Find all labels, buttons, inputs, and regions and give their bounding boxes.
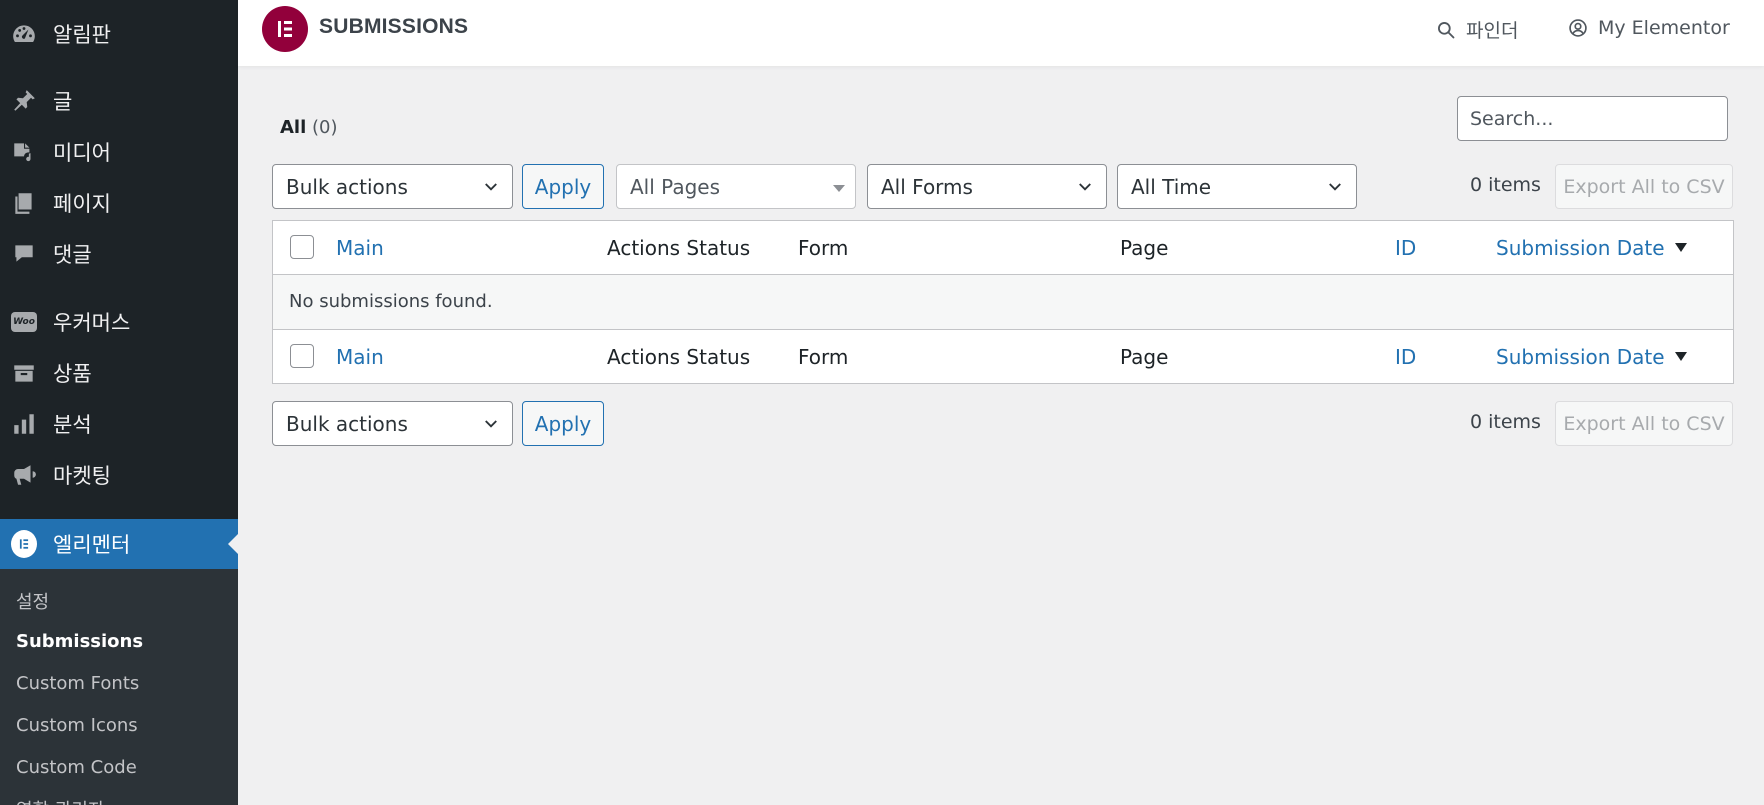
elementor-submenu: 설정 Submissions Custom Fonts Custom Icons… [0,569,238,805]
forms-filter-value: All Forms [881,174,973,199]
column-page: Page [1120,236,1169,260]
chevron-down-icon [1079,183,1091,191]
page-title: SUBMISSIONS [319,15,469,38]
column-id[interactable]: ID [1395,345,1416,369]
column-main[interactable]: Main [336,345,384,369]
status-all-count: (0) [312,117,338,138]
elementor-icon [11,530,37,558]
user-circle-icon [1569,19,1587,37]
sidebar-item-marketing[interactable]: 마켓팅 [0,450,238,500]
dashboard-icon [11,21,37,47]
submenu-item-role-manager[interactable]: 역할 관리자 [16,796,105,805]
column-submission-date-label: Submission Date [1496,236,1665,260]
apply-button-bottom[interactable]: Apply [522,401,604,446]
media-icon [11,139,37,165]
woocommerce-badge: Woo [11,312,37,332]
submenu-item-submissions[interactable]: Submissions [16,631,143,652]
sidebar-item-dashboard[interactable]: 알림판 [0,9,238,59]
megaphone-icon [11,462,37,488]
empty-message: No submissions found. [289,291,493,312]
bulk-actions-select-bottom[interactable]: Bulk actions [272,401,513,446]
chevron-down-icon [485,420,497,428]
woocommerce-icon: Woo [11,309,37,335]
column-main[interactable]: Main [336,236,384,260]
submissions-table: Main Actions Status Form Page ID Submiss… [272,220,1734,384]
pages-filter-value: All Pages [630,174,720,199]
elementor-logo [262,6,308,52]
my-elementor-button[interactable]: My Elementor [1568,17,1730,39]
bulk-actions-value: Bulk actions [286,174,408,199]
comments-icon [11,241,37,267]
sort-desc-icon [1674,352,1687,361]
column-actions-status: Actions Status [607,236,751,260]
table-header: Main Actions Status Form Page ID Submiss… [273,221,1733,275]
submenu-item-custom-fonts[interactable]: Custom Fonts [16,673,139,694]
elementor-topbar: SUBMISSIONS 파인더 My Elementor [238,0,1764,66]
caret-down-icon [833,185,845,192]
chevron-down-icon [1329,183,1341,191]
select-all-checkbox-footer[interactable] [290,344,314,368]
submenu-item-custom-code[interactable]: Custom Code [16,757,137,778]
admin-sidebar: 알림판 글 미디어 페이지 댓글 Woo 우커머스 상품 분석 마켓팅 엘리멘터… [0,0,238,805]
sidebar-item-label: 엘리멘터 [53,533,131,557]
sidebar-item-label: 알림판 [53,23,111,47]
column-page: Page [1120,345,1169,369]
search-icon [1438,21,1455,38]
time-filter-value: All Time [1131,174,1212,199]
table-row: No submissions found. [273,275,1733,329]
time-filter-select[interactable]: All Time [1117,164,1357,209]
items-count-top: 0 items [1470,174,1541,196]
submenu-item-custom-icons[interactable]: Custom Icons [16,715,138,736]
bulk-actions-select-top[interactable]: Bulk actions [272,164,513,209]
apply-button-top[interactable]: Apply [522,164,604,209]
sidebar-item-pages[interactable]: 페이지 [0,178,238,228]
sidebar-item-label: 댓글 [53,243,92,267]
submenu-item-settings[interactable]: 설정 [16,588,49,614]
select-all-checkbox[interactable] [290,235,314,259]
sort-desc-icon [1674,243,1687,252]
sidebar-item-label: 분석 [53,413,92,437]
sidebar-item-elementor[interactable]: 엘리멘터 [0,519,238,569]
table-footer: Main Actions Status Form Page ID Submiss… [273,329,1733,383]
analytics-icon [11,411,37,437]
sidebar-item-label: 마켓팅 [53,464,111,488]
products-icon [11,360,37,386]
finder-button[interactable]: 파인더 [1436,16,1518,43]
export-csv-button-top[interactable]: Export All to CSV [1555,164,1733,209]
sidebar-item-posts[interactable]: 글 [0,76,238,126]
items-count-bottom: 0 items [1470,411,1541,433]
column-actions-status: Actions Status [607,345,751,369]
column-form: Form [798,236,849,260]
sidebar-item-comments[interactable]: 댓글 [0,229,238,279]
forms-filter-select[interactable]: All Forms [867,164,1107,209]
sidebar-item-label: 미디어 [53,141,111,165]
sidebar-item-label: 우커머스 [53,311,131,335]
column-submission-date-label: Submission Date [1496,345,1665,369]
sidebar-item-woocommerce[interactable]: Woo 우커머스 [0,297,238,347]
pages-filter-select[interactable]: All Pages [616,164,856,209]
bulk-actions-value: Bulk actions [286,411,408,436]
search-input[interactable] [1457,96,1728,141]
column-submission-date[interactable]: Submission Date [1496,345,1687,369]
my-elementor-label: My Elementor [1598,17,1730,39]
sidebar-item-label: 페이지 [53,192,111,216]
pages-icon [11,190,37,216]
pin-icon [11,88,37,114]
status-all-label: All [280,117,307,138]
status-filter-all[interactable]: All (0) [280,117,338,138]
sidebar-item-label: 상품 [53,362,92,386]
sidebar-item-label: 글 [53,90,73,114]
column-id[interactable]: ID [1395,236,1416,260]
export-csv-button-bottom[interactable]: Export All to CSV [1555,401,1733,446]
sidebar-item-products[interactable]: 상품 [0,348,238,398]
chevron-down-icon [485,183,497,191]
sidebar-item-media[interactable]: 미디어 [0,127,238,177]
column-submission-date[interactable]: Submission Date [1496,236,1687,260]
active-indicator [228,534,238,554]
column-form: Form [798,345,849,369]
finder-label: 파인더 [1466,20,1519,42]
sidebar-item-analytics[interactable]: 분석 [0,399,238,449]
